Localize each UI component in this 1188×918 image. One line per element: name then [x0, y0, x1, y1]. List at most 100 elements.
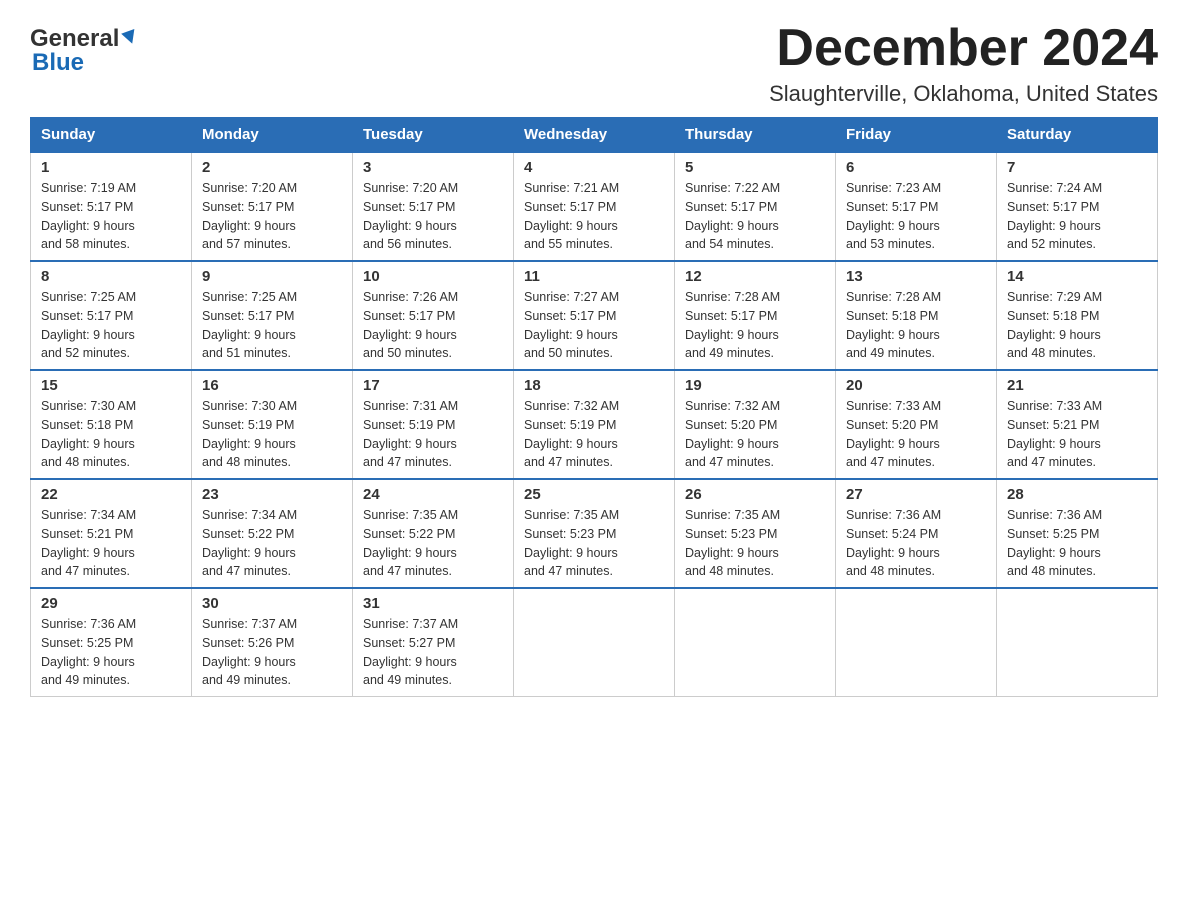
day-number: 24 — [363, 486, 503, 503]
day-info: Sunrise: 7:36 AM Sunset: 5:24 PM Dayligh… — [846, 506, 986, 581]
calendar-week-row: 22 Sunrise: 7:34 AM Sunset: 5:21 PM Dayli… — [31, 479, 1158, 588]
day-number: 19 — [685, 377, 825, 394]
calendar-cell: 12Sunrise: 7:28 AM Sunset: 5:17 PM Dayli… — [675, 261, 836, 370]
day-info: Sunrise: 7:36 AM Sunset: 5:25 PM Dayligh… — [41, 615, 181, 690]
weekday-header-friday: Friday — [836, 118, 997, 153]
calendar-body: 1 Sunrise: 7:19 AM Sunset: 5:17 PM Daylig… — [31, 152, 1158, 697]
day-number: 13 — [846, 268, 986, 285]
day-info: Sunrise: 7:35 AM Sunset: 5:23 PM Dayligh… — [524, 506, 664, 581]
calendar-table: SundayMondayTuesdayWednesdayThursdayFrid… — [30, 117, 1158, 697]
calendar-cell: 25 Sunrise: 7:35 AM Sunset: 5:23 PM Dayli… — [514, 479, 675, 588]
calendar-week-row: 29Sunrise: 7:36 AM Sunset: 5:25 PM Dayli… — [31, 588, 1158, 697]
day-info: Sunrise: 7:20 AM Sunset: 5:17 PM Dayligh… — [363, 179, 503, 254]
calendar-cell: 19 Sunrise: 7:32 AM Sunset: 5:20 PM Dayli… — [675, 370, 836, 479]
day-info: Sunrise: 7:25 AM Sunset: 5:17 PM Dayligh… — [41, 288, 181, 363]
calendar-cell: 18Sunrise: 7:32 AM Sunset: 5:19 PM Dayli… — [514, 370, 675, 479]
calendar-cell: 4 Sunrise: 7:21 AM Sunset: 5:17 PM Daylig… — [514, 152, 675, 261]
day-number: 4 — [524, 159, 664, 176]
calendar-cell: 8 Sunrise: 7:25 AM Sunset: 5:17 PM Daylig… — [31, 261, 192, 370]
day-info: Sunrise: 7:32 AM Sunset: 5:20 PM Dayligh… — [685, 397, 825, 472]
day-number: 8 — [41, 268, 181, 285]
day-number: 16 — [202, 377, 342, 394]
calendar-week-row: 8 Sunrise: 7:25 AM Sunset: 5:17 PM Daylig… — [31, 261, 1158, 370]
day-info: Sunrise: 7:21 AM Sunset: 5:17 PM Dayligh… — [524, 179, 664, 254]
calendar-cell: 15 Sunrise: 7:30 AM Sunset: 5:18 PM Dayli… — [31, 370, 192, 479]
calendar-cell: 20 Sunrise: 7:33 AM Sunset: 5:20 PM Dayli… — [836, 370, 997, 479]
day-number: 18 — [524, 377, 664, 394]
day-info: Sunrise: 7:30 AM Sunset: 5:18 PM Dayligh… — [41, 397, 181, 472]
day-number: 2 — [202, 159, 342, 176]
calendar-cell — [514, 588, 675, 697]
day-number: 30 — [202, 595, 342, 612]
calendar-cell — [836, 588, 997, 697]
calendar-cell: 3 Sunrise: 7:20 AM Sunset: 5:17 PM Daylig… — [353, 152, 514, 261]
day-info: Sunrise: 7:19 AM Sunset: 5:17 PM Dayligh… — [41, 179, 181, 254]
calendar-cell: 26 Sunrise: 7:35 AM Sunset: 5:23 PM Dayli… — [675, 479, 836, 588]
calendar-cell: 27 Sunrise: 7:36 AM Sunset: 5:24 PM Dayli… — [836, 479, 997, 588]
calendar-cell: 11 Sunrise: 7:27 AM Sunset: 5:17 PM Dayli… — [514, 261, 675, 370]
day-number: 9 — [202, 268, 342, 285]
day-info: Sunrise: 7:37 AM Sunset: 5:26 PM Dayligh… — [202, 615, 342, 690]
calendar-cell: 14Sunrise: 7:29 AM Sunset: 5:18 PM Dayli… — [997, 261, 1158, 370]
day-info: Sunrise: 7:36 AM Sunset: 5:25 PM Dayligh… — [1007, 506, 1147, 581]
calendar-cell: 21Sunrise: 7:33 AM Sunset: 5:21 PM Dayli… — [997, 370, 1158, 479]
calendar-cell: 29Sunrise: 7:36 AM Sunset: 5:25 PM Dayli… — [31, 588, 192, 697]
page-title: December 2024 — [769, 20, 1158, 77]
day-number: 3 — [363, 159, 503, 176]
calendar-cell: 10Sunrise: 7:26 AM Sunset: 5:17 PM Dayli… — [353, 261, 514, 370]
day-number: 11 — [524, 268, 664, 285]
day-info: Sunrise: 7:23 AM Sunset: 5:17 PM Dayligh… — [846, 179, 986, 254]
day-number: 22 — [41, 486, 181, 503]
day-number: 15 — [41, 377, 181, 394]
calendar-cell — [675, 588, 836, 697]
calendar-cell: 31 Sunrise: 7:37 AM Sunset: 5:27 PM Dayli… — [353, 588, 514, 697]
day-info: Sunrise: 7:37 AM Sunset: 5:27 PM Dayligh… — [363, 615, 503, 690]
day-info: Sunrise: 7:25 AM Sunset: 5:17 PM Dayligh… — [202, 288, 342, 363]
day-number: 21 — [1007, 377, 1147, 394]
day-info: Sunrise: 7:26 AM Sunset: 5:17 PM Dayligh… — [363, 288, 503, 363]
calendar-week-row: 1 Sunrise: 7:19 AM Sunset: 5:17 PM Daylig… — [31, 152, 1158, 261]
day-info: Sunrise: 7:35 AM Sunset: 5:22 PM Dayligh… — [363, 506, 503, 581]
day-number: 1 — [41, 159, 181, 176]
title-area: December 2024 Slaughterville, Oklahoma, … — [769, 20, 1158, 107]
day-number: 26 — [685, 486, 825, 503]
calendar-cell: 2 Sunrise: 7:20 AM Sunset: 5:17 PM Daylig… — [192, 152, 353, 261]
day-info: Sunrise: 7:35 AM Sunset: 5:23 PM Dayligh… — [685, 506, 825, 581]
day-info: Sunrise: 7:22 AM Sunset: 5:17 PM Dayligh… — [685, 179, 825, 254]
page-subtitle: Slaughterville, Oklahoma, United States — [769, 81, 1158, 107]
day-number: 25 — [524, 486, 664, 503]
day-info: Sunrise: 7:28 AM Sunset: 5:18 PM Dayligh… — [846, 288, 986, 363]
calendar-cell: 23 Sunrise: 7:34 AM Sunset: 5:22 PM Dayli… — [192, 479, 353, 588]
weekday-header-monday: Monday — [192, 118, 353, 153]
day-number: 23 — [202, 486, 342, 503]
calendar-cell: 6 Sunrise: 7:23 AM Sunset: 5:17 PM Daylig… — [836, 152, 997, 261]
day-info: Sunrise: 7:31 AM Sunset: 5:19 PM Dayligh… — [363, 397, 503, 472]
calendar-cell: 13 Sunrise: 7:28 AM Sunset: 5:18 PM Dayli… — [836, 261, 997, 370]
day-number: 14 — [1007, 268, 1147, 285]
day-number: 6 — [846, 159, 986, 176]
logo-triangle-icon — [122, 28, 140, 45]
day-number: 7 — [1007, 159, 1147, 176]
calendar-cell: 16Sunrise: 7:30 AM Sunset: 5:19 PM Dayli… — [192, 370, 353, 479]
weekday-header-row: SundayMondayTuesdayWednesdayThursdayFrid… — [31, 118, 1158, 153]
calendar-cell: 22 Sunrise: 7:34 AM Sunset: 5:21 PM Dayli… — [31, 479, 192, 588]
day-number: 20 — [846, 377, 986, 394]
calendar-cell: 30 Sunrise: 7:37 AM Sunset: 5:26 PM Dayli… — [192, 588, 353, 697]
day-number: 31 — [363, 595, 503, 612]
logo: General Blue — [30, 20, 137, 77]
day-info: Sunrise: 7:27 AM Sunset: 5:17 PM Dayligh… — [524, 288, 664, 363]
day-info: Sunrise: 7:34 AM Sunset: 5:22 PM Dayligh… — [202, 506, 342, 581]
day-info: Sunrise: 7:33 AM Sunset: 5:20 PM Dayligh… — [846, 397, 986, 472]
calendar-cell: 5Sunrise: 7:22 AM Sunset: 5:17 PM Daylig… — [675, 152, 836, 261]
day-info: Sunrise: 7:20 AM Sunset: 5:17 PM Dayligh… — [202, 179, 342, 254]
day-info: Sunrise: 7:24 AM Sunset: 5:17 PM Dayligh… — [1007, 179, 1147, 254]
weekday-header-saturday: Saturday — [997, 118, 1158, 153]
day-number: 27 — [846, 486, 986, 503]
calendar-week-row: 15 Sunrise: 7:30 AM Sunset: 5:18 PM Dayli… — [31, 370, 1158, 479]
weekday-header-tuesday: Tuesday — [353, 118, 514, 153]
calendar-cell: 1 Sunrise: 7:19 AM Sunset: 5:17 PM Daylig… — [31, 152, 192, 261]
calendar-cell: 9 Sunrise: 7:25 AM Sunset: 5:17 PM Daylig… — [192, 261, 353, 370]
weekday-header-thursday: Thursday — [675, 118, 836, 153]
day-info: Sunrise: 7:34 AM Sunset: 5:21 PM Dayligh… — [41, 506, 181, 581]
calendar-cell: 28Sunrise: 7:36 AM Sunset: 5:25 PM Dayli… — [997, 479, 1158, 588]
